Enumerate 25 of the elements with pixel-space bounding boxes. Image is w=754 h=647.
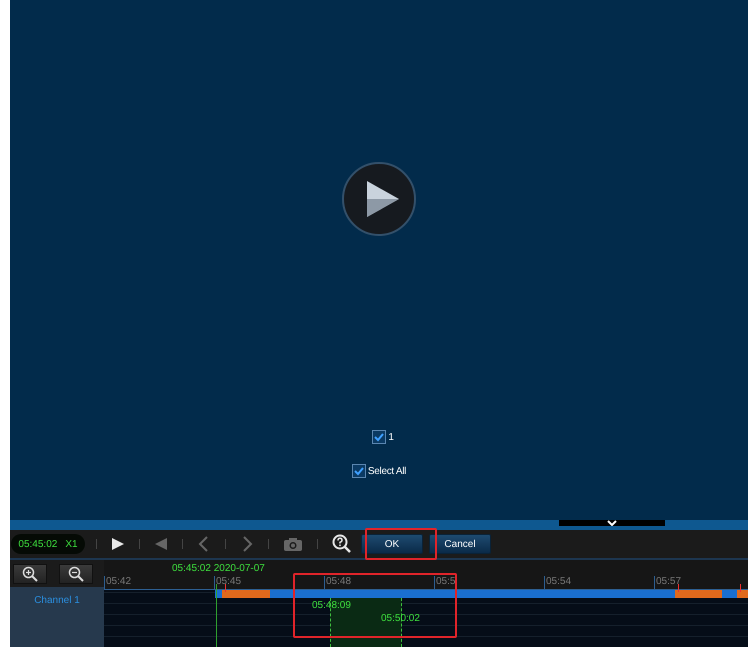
event-marker [678, 584, 679, 592]
select-all-checkbox[interactable] [352, 464, 366, 478]
highlight-frame [365, 528, 437, 560]
play-icon[interactable] [341, 161, 417, 237]
ok-button[interactable]: OK [361, 534, 423, 554]
channel-checkbox[interactable] [372, 430, 386, 444]
playhead-line [216, 584, 217, 647]
chevron-icon [607, 520, 617, 526]
channel-label: 1 [388, 432, 394, 442]
current-time-label: 05:45:02 2020-07-07 [172, 563, 265, 574]
selection-end-time: 05:50:02 [381, 613, 420, 624]
event-marker [740, 584, 741, 592]
zoom-in-icon [22, 566, 38, 582]
zoom-in-button[interactable] [13, 564, 47, 584]
zoom-out-button[interactable] [59, 564, 93, 584]
timeline-track[interactable]: 05:45:02 2020-07-07 05:42 05:45 05:48 05:5 05:54 05:57 05:48:09 05:50:02 [104, 560, 748, 647]
selection-start-time: 05:48:09 [312, 600, 351, 611]
channel-name: Channel 1 [34, 595, 80, 608]
zoom-out-icon [68, 566, 84, 582]
playback-speed: X1 [65, 538, 78, 550]
collapse-handle[interactable] [559, 520, 665, 526]
select-all-label: Select All [368, 466, 406, 476]
playback-time: 05:45:02 [18, 538, 58, 550]
event-marker [225, 584, 226, 592]
cancel-button[interactable]: Cancel [429, 534, 491, 554]
